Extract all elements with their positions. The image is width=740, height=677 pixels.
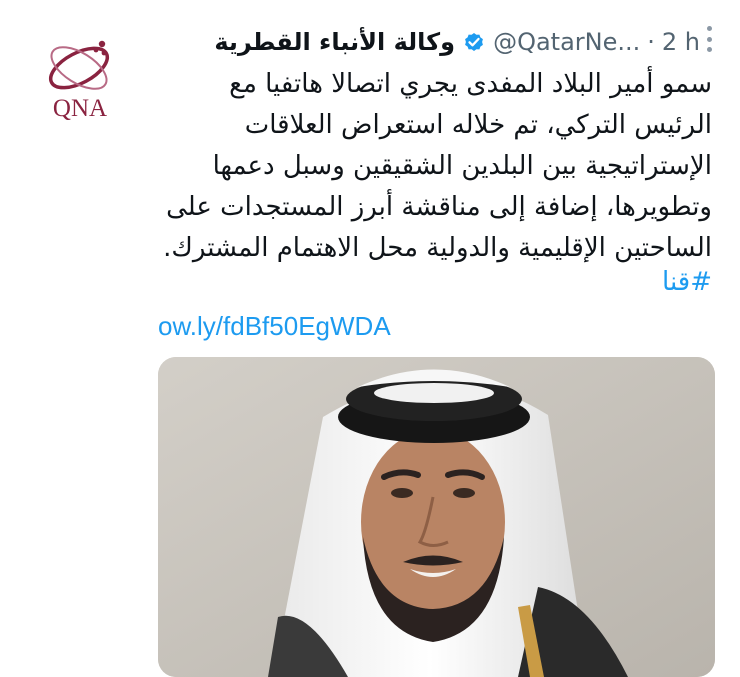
qna-logo-text: QNA: [53, 95, 107, 122]
url-link[interactable]: ow.ly/fdBf50EgWDA: [158, 306, 391, 346]
tweet-text-line: الساحتين الإقليمية والدولية محل الاهتمام…: [163, 233, 712, 263]
portrait-image: [158, 357, 715, 677]
user-handle[interactable]: @QatarNe...: [493, 28, 640, 56]
tweet-text-line: وتطويرها، إضافة إلى مناقشة أبرز المستجدا…: [166, 192, 712, 222]
tweet-text: سمو أمير البلاد المفدى يجري اتصالا هاتفي…: [150, 64, 712, 269]
tweet-text-line: سمو أمير البلاد المفدى يجري اتصالا هاتفي…: [229, 69, 712, 99]
dot-separator: ·: [647, 28, 655, 56]
verified-badge-icon: [465, 33, 483, 51]
hashtag-link[interactable]: #قنا: [662, 264, 712, 300]
tweet-text-line: الرئيس التركي، تم خلاله استعراض العلاقات: [244, 110, 712, 140]
tweet-photo[interactable]: [158, 357, 715, 677]
display-name[interactable]: وكالة الأنباء القطرية: [214, 28, 455, 56]
more-options-icon[interactable]: [706, 26, 712, 52]
qna-logo-icon: QNA: [48, 40, 110, 122]
avatar[interactable]: QNA: [30, 30, 130, 130]
tweet-text-line: الإستراتيجية بين البلدين الشقيقين وسبل د…: [212, 151, 712, 181]
tweet-header: وكالة الأنباء القطرية @QatarNe... · 2 h: [155, 22, 700, 62]
timestamp[interactable]: 2 h: [662, 28, 700, 56]
